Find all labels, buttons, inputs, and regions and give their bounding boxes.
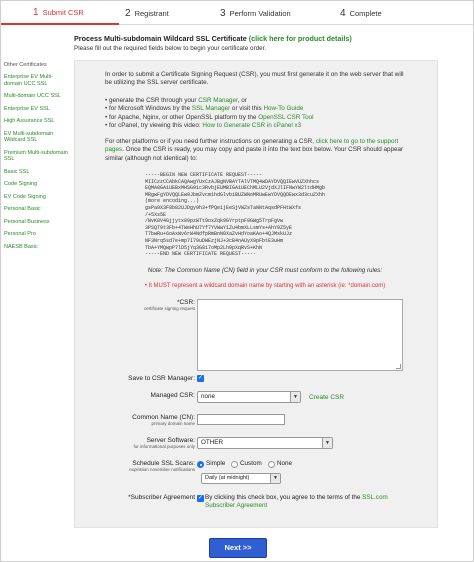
other-platforms-text: For other platforms or if you need furth… bbox=[105, 138, 404, 162]
scan-custom-radio[interactable] bbox=[231, 461, 238, 468]
openssl-csr-tool-link[interactable]: OpenSSL CSR Tool bbox=[258, 114, 313, 121]
scan-none-label: None bbox=[277, 460, 293, 467]
step-label: Perform Validation bbox=[229, 8, 291, 18]
intro-text: In order to submit a Certificate Signing… bbox=[105, 71, 404, 87]
step-number: 4 bbox=[340, 7, 346, 19]
sidebar-item[interactable]: Personal Business bbox=[4, 219, 68, 226]
step-number: 2 bbox=[125, 7, 131, 19]
subscriber-agreement-label: *Subscriber Agreement bbox=[128, 494, 195, 501]
ssl-scans-label: Schedule SSL Scans: expiration november … bbox=[79, 460, 195, 472]
sidebar-item[interactable]: EV Code Signing bbox=[4, 194, 68, 201]
subscriber-agreement-text: By clicking this check box, you agree to… bbox=[205, 494, 388, 510]
sidebar-item[interactable]: Personal Basic bbox=[4, 206, 68, 213]
sidebar-item[interactable]: NAESB Basic bbox=[4, 244, 68, 251]
common-name-label: Common Name (CN): primary domain name bbox=[79, 414, 195, 426]
scan-none-radio[interactable] bbox=[268, 461, 275, 468]
step-submit-csr[interactable]: 1 Submit CSR bbox=[1, 1, 119, 25]
step-perform-validation[interactable]: 3 Perform Validation bbox=[214, 1, 334, 25]
step-complete[interactable]: 4 Complete bbox=[334, 1, 473, 25]
scan-simple-radio[interactable] bbox=[197, 461, 204, 468]
sidebar-item[interactable]: Enterprise EV SSL bbox=[4, 106, 68, 113]
common-name-sublabel: primary domain name bbox=[151, 421, 195, 426]
step-progress-bar: 1 Submit CSR 2 Registrant 3 Perform Vali… bbox=[1, 1, 473, 25]
step-number: 3 bbox=[220, 7, 226, 19]
csr-label: *CSR: certificate signing request bbox=[79, 299, 195, 311]
step-label: Complete bbox=[349, 8, 382, 18]
scan-simple-label: Simple bbox=[206, 460, 226, 467]
sidebar-item[interactable]: Basic SSL bbox=[4, 169, 68, 176]
page-title: Process Multi-subdomain Wildcard SSL Cer… bbox=[74, 34, 352, 43]
scan-frequency-select[interactable]: Daily (at midnight) ▼ bbox=[201, 473, 281, 484]
step-registrant[interactable]: 2 Registrant bbox=[119, 1, 214, 25]
create-csr-link[interactable]: Create CSR bbox=[309, 394, 344, 401]
ssl-manager-link[interactable]: SSL Manager bbox=[192, 105, 230, 112]
csr-manager-link[interactable]: CSR Manager bbox=[198, 97, 238, 104]
product-details-link[interactable]: (click here for product details) bbox=[249, 34, 352, 43]
page-subtitle: Please fill out the required fields belo… bbox=[74, 45, 267, 52]
save-csr-label: Save to CSR Manager: bbox=[128, 375, 195, 382]
server-software-select[interactable]: OTHER ▼ bbox=[197, 437, 333, 449]
managed-csr-select[interactable]: none ▼ bbox=[197, 391, 301, 403]
sidebar-item[interactable]: Personal Pro bbox=[4, 231, 68, 238]
instruction-list: generate the CSR through your CSR Manage… bbox=[105, 97, 405, 131]
list-item: generate the CSR through your CSR Manage… bbox=[105, 97, 405, 105]
how-to-guide-link[interactable]: How-To Guide bbox=[263, 105, 303, 112]
csr-form-panel: In order to submit a Certificate Signing… bbox=[74, 60, 438, 528]
save-csr-checkbox[interactable]: ✓ bbox=[197, 375, 204, 382]
cpanel-video-link[interactable]: How to Generate CSR in cPanel x3 bbox=[202, 122, 301, 129]
sidebar-item[interactable]: Premium Multi-subdomain SSL bbox=[4, 150, 68, 163]
sidebar-heading: Other Certificates bbox=[4, 62, 47, 68]
common-name-note: Note: The Common Name (CN) field in your… bbox=[147, 267, 383, 274]
managed-csr-label: Managed CSR: bbox=[150, 392, 195, 399]
server-software-sublabel: for informational purposes only bbox=[133, 444, 195, 449]
scan-custom-label: Custom bbox=[240, 460, 262, 467]
step-label: Submit CSR bbox=[42, 7, 84, 17]
ssl-scans-sublabel: expiration november notifications bbox=[129, 467, 195, 472]
sidebar-item[interactable]: Enterprise EV Multi-domain UCC SSL bbox=[4, 74, 68, 87]
next-button[interactable]: Next >> bbox=[209, 538, 267, 558]
sidebar: Other Certificates Enterprise EV Multi-d… bbox=[4, 62, 68, 256]
step-number: 1 bbox=[33, 6, 39, 18]
sidebar-item[interactable]: EV Multi-subdomain Wildcard SSL bbox=[4, 131, 68, 144]
chevron-down-icon: ▼ bbox=[270, 474, 280, 483]
list-item: for Apache, Nginx, or other OpenSSL plat… bbox=[105, 114, 405, 122]
sidebar-item[interactable]: Code Signing bbox=[4, 181, 68, 188]
list-item: for Microsoft Windows try the SSL Manage… bbox=[105, 105, 405, 113]
chevron-down-icon: ▼ bbox=[322, 438, 332, 448]
csr-example: -----BEGIN NEW CERTIFICATE REQUEST----- … bbox=[145, 172, 326, 258]
step-label: Registrant bbox=[134, 8, 169, 18]
common-name-input[interactable] bbox=[197, 414, 285, 425]
wildcard-rule: • It MUST represent a wildcard domain na… bbox=[144, 283, 386, 289]
server-software-label: Server Software: for informational purpo… bbox=[79, 437, 195, 449]
csr-textarea[interactable] bbox=[197, 299, 403, 371]
resize-handle-icon[interactable] bbox=[396, 364, 401, 369]
chevron-down-icon: ▼ bbox=[290, 392, 300, 402]
sidebar-item[interactable]: High Assurance SSL bbox=[4, 118, 68, 125]
sidebar-item[interactable]: Multi-domain UCC SSL bbox=[4, 93, 68, 100]
csr-sublabel: certificate signing request bbox=[143, 306, 195, 311]
subscriber-agreement-checkbox[interactable]: ✓ bbox=[197, 495, 204, 502]
page-title-text: Process Multi-subdomain Wildcard SSL Cer… bbox=[74, 34, 247, 43]
list-item: for cPanel, try viewing this video: How … bbox=[105, 122, 405, 130]
